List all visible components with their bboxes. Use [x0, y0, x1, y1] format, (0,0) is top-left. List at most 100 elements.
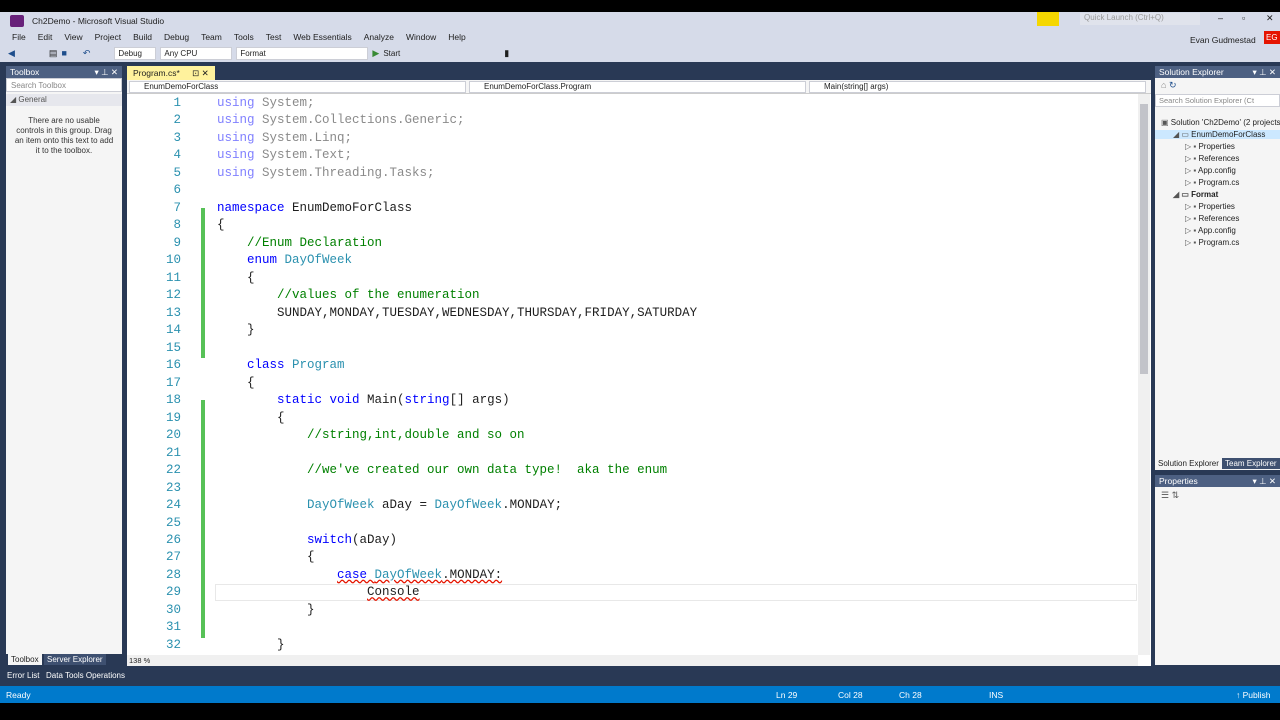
- tree-item[interactable]: ▷ ▪ Program.cs: [1185, 238, 1280, 247]
- code-token: string: [404, 393, 450, 408]
- menu-window[interactable]: Window: [400, 30, 442, 44]
- solution-search-input[interactable]: Search Solution Explorer (Ct: [1155, 94, 1280, 107]
- config-select[interactable]: Debug: [114, 46, 157, 60]
- tree-item[interactable]: ◢ ▭ EnumDemoForClass: [1155, 130, 1280, 139]
- menu-edit[interactable]: Edit: [32, 30, 59, 44]
- tab-team-explorer[interactable]: Team Explorer: [1222, 458, 1280, 469]
- undo-icon[interactable]: ↶: [83, 48, 91, 59]
- code-token: //Enum Declaration: [217, 235, 383, 250]
- minimize-button[interactable]: –: [1218, 13, 1223, 23]
- tree-item[interactable]: ▷ ▪ Properties: [1185, 202, 1280, 211]
- close-icon[interactable]: ▾ ⊥ ✕: [1252, 66, 1280, 78]
- menu-team[interactable]: Team: [195, 30, 228, 44]
- tab-data-tools-operations[interactable]: Data Tools Operations: [43, 670, 128, 681]
- tree-item[interactable]: ▣ Solution 'Ch2Demo' (2 projects): [1161, 118, 1280, 127]
- scrollbar-thumb[interactable]: [1140, 104, 1148, 374]
- tree-item[interactable]: ◢ ▭ Format: [1173, 190, 1280, 199]
- tree-item[interactable]: ▷ ▪ Properties: [1185, 142, 1280, 151]
- code-line[interactable]: using System.Threading.Tasks;: [217, 166, 435, 180]
- code-line[interactable]: {: [217, 376, 255, 390]
- code-line[interactable]: //values of the enumeration: [217, 288, 480, 302]
- code-line[interactable]: }: [217, 323, 255, 337]
- tree-item[interactable]: ▷ ▪ App.config: [1185, 166, 1280, 175]
- code-line[interactable]: using System.Text;: [217, 148, 352, 162]
- tab-solution-explorer[interactable]: Solution Explorer: [1155, 458, 1222, 469]
- categorized-icon[interactable]: ☰: [1161, 490, 1169, 500]
- code-line[interactable]: class Program: [217, 358, 345, 372]
- menu-tools[interactable]: Tools: [228, 30, 260, 44]
- menu-analyze[interactable]: Analyze: [358, 30, 400, 44]
- refresh-icon[interactable]: ↻: [1169, 80, 1177, 90]
- maximize-button[interactable]: ▫: [1242, 13, 1245, 23]
- code-line[interactable]: Console: [217, 585, 420, 599]
- quick-launch-input[interactable]: Quick Launch (Ctrl+Q): [1080, 13, 1200, 25]
- tree-item[interactable]: ▷ ▪ Program.cs: [1185, 178, 1280, 187]
- code-area[interactable]: 1 using System; 2 using System.Collections.…: [127, 94, 1137, 655]
- code-line[interactable]: //string,int,double and so on: [217, 428, 525, 442]
- file-icon: ▷ ▪: [1185, 166, 1198, 175]
- vertical-scrollbar[interactable]: [1138, 94, 1150, 655]
- menu-build[interactable]: Build: [127, 30, 158, 44]
- close-button[interactable]: ✕: [1266, 13, 1274, 24]
- code-line[interactable]: //Enum Declaration: [217, 236, 382, 250]
- bookmark-icon[interactable]: ▮: [504, 48, 509, 59]
- line-number: 2: [173, 113, 181, 128]
- menu-help[interactable]: Help: [442, 30, 471, 44]
- code-line[interactable]: switch(aDay): [217, 533, 397, 547]
- code-line[interactable]: using System.Linq;: [217, 131, 352, 145]
- code-line[interactable]: enum DayOfWeek: [217, 253, 352, 267]
- code-line[interactable]: //we've created our own data type! aka t…: [217, 463, 667, 477]
- member-dropdown[interactable]: Main(string[] args): [809, 81, 1146, 93]
- code-line[interactable]: {: [217, 550, 315, 564]
- code-line[interactable]: DayOfWeek aDay = DayOfWeek.MONDAY;: [217, 498, 562, 512]
- menu-web-essentials[interactable]: Web Essentials: [287, 30, 357, 44]
- code-line[interactable]: }: [217, 638, 285, 652]
- code-line[interactable]: case DayOfWeek.MONDAY:: [217, 568, 502, 582]
- class-dropdown[interactable]: EnumDemoForClass.Program: [469, 81, 806, 93]
- code-line[interactable]: }: [217, 603, 315, 617]
- tab-error-list[interactable]: Error List: [4, 670, 42, 681]
- menu-file[interactable]: File: [6, 30, 32, 44]
- line-number: 20: [165, 428, 181, 443]
- tree-item[interactable]: ▷ ▪ References: [1185, 214, 1280, 223]
- code-line[interactable]: {: [217, 271, 255, 285]
- project-dropdown[interactable]: EnumDemoForClass: [129, 81, 466, 93]
- new-project-icon[interactable]: ▤: [49, 48, 58, 59]
- zoom-level[interactable]: 138 %: [129, 656, 150, 665]
- user-avatar[interactable]: EG: [1264, 31, 1280, 45]
- horizontal-scrollbar[interactable]: 138 %: [127, 655, 1138, 666]
- menu-bar: File Edit View Project Build Debug Team …: [0, 30, 1280, 45]
- code-line[interactable]: SUNDAY,MONDAY,TUESDAY,WEDNESDAY,THURSDAY…: [217, 306, 697, 320]
- tab-server-explorer[interactable]: Server Explorer: [44, 654, 106, 665]
- home-icon[interactable]: ⌂: [1161, 80, 1166, 90]
- tab-toolbox[interactable]: Toolbox: [8, 654, 42, 665]
- code-line[interactable]: {: [217, 411, 285, 425]
- vs-logo-icon: [10, 15, 24, 27]
- close-icon[interactable]: ▾ ⊥ ✕: [94, 66, 122, 78]
- close-icon[interactable]: ▾ ⊥ ✕: [1252, 475, 1280, 487]
- code-token: System.Collections.Generic;: [262, 113, 465, 128]
- menu-test[interactable]: Test: [260, 30, 288, 44]
- startup-project-select[interactable]: Format: [236, 46, 369, 60]
- menu-project[interactable]: Project: [89, 30, 127, 44]
- code-line[interactable]: using System.Collections.Generic;: [217, 113, 465, 127]
- toolbox-group-general[interactable]: ◢ General: [6, 94, 122, 106]
- menu-view[interactable]: View: [58, 30, 88, 44]
- save-icon[interactable]: ■: [61, 48, 66, 58]
- notification-flag-icon[interactable]: [1037, 12, 1059, 26]
- tab-program-cs[interactable]: Program.cs* ⊡ ✕: [127, 66, 215, 80]
- toolbox-search-input[interactable]: Search Toolbox: [6, 78, 122, 92]
- platform-select[interactable]: Any CPU: [160, 46, 233, 60]
- publish-button[interactable]: ↑ Publish: [1236, 690, 1271, 700]
- code-line[interactable]: namespace EnumDemoForClass: [217, 201, 412, 215]
- code-line[interactable]: {: [217, 218, 225, 232]
- start-icon[interactable]: ▶: [372, 48, 379, 59]
- alphabetical-icon[interactable]: ⇅: [1172, 490, 1180, 500]
- start-button[interactable]: Start: [383, 49, 400, 58]
- code-line[interactable]: using System;: [217, 96, 315, 110]
- back-icon[interactable]: ◀: [8, 48, 15, 59]
- code-line[interactable]: static void Main(string[] args): [217, 393, 510, 407]
- menu-debug[interactable]: Debug: [158, 30, 195, 44]
- tree-item[interactable]: ▷ ▪ References: [1185, 154, 1280, 163]
- tree-item[interactable]: ▷ ▪ App.config: [1185, 226, 1280, 235]
